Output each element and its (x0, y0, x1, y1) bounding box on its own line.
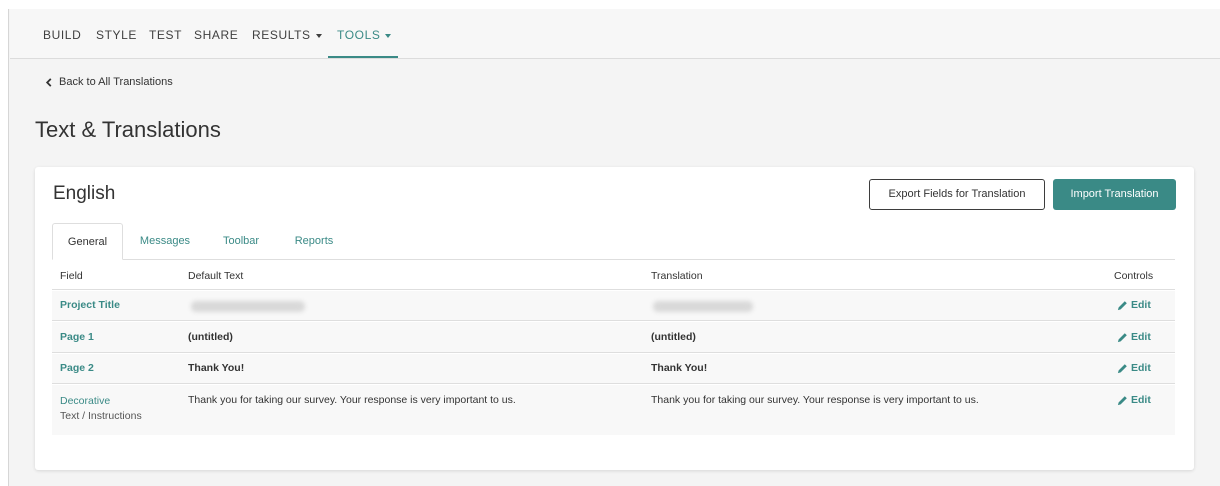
top-navigation: BUILD STYLE TEST SHARE RESULTS TOOLS (10, 9, 1220, 59)
active-nav-indicator (328, 56, 398, 58)
field-decorative[interactable]: Decorative Text / Instructions (60, 394, 142, 424)
nav-build[interactable]: BUILD (43, 9, 81, 59)
table-row: Page 1 (untitled) (untitled) Edit (52, 322, 1175, 353)
window-left-edge (0, 9, 9, 486)
table-row: Decorative Text / Instructions Thank you… (52, 385, 1175, 435)
caret-down-icon (385, 33, 392, 38)
back-to-translations-link[interactable]: Back to All Translations (45, 74, 173, 90)
tab-general[interactable]: General (52, 223, 123, 260)
page-title: Text & Translations (35, 117, 221, 142)
table-row: Project Title Edit (52, 291, 1175, 321)
table-row: Page 2 Thank You! Thank You! Edit (52, 354, 1175, 384)
pencil-icon (1117, 300, 1127, 310)
tab-reports[interactable]: Reports (287, 223, 341, 260)
blurred-translation (653, 301, 753, 312)
export-fields-button[interactable]: Export Fields for Translation (869, 179, 1045, 210)
translation-cell: (untitled) (651, 331, 696, 343)
default-text-cell: Thank You! (188, 362, 245, 374)
pencil-icon (1117, 363, 1127, 373)
field-page-1[interactable]: Page 1 (60, 331, 94, 343)
nav-results[interactable]: RESULTS (252, 9, 322, 59)
tab-toolbar[interactable]: Toolbar (214, 223, 268, 260)
field-project-title[interactable]: Project Title (60, 299, 120, 311)
back-link-label: Back to All Translations (59, 76, 173, 88)
pencil-icon (1117, 395, 1127, 405)
header-field: Field (60, 270, 83, 282)
edit-button[interactable]: Edit (1117, 299, 1151, 311)
edit-button[interactable]: Edit (1117, 331, 1151, 343)
window-top-edge (0, 0, 1220, 9)
header-controls: Controls (1114, 270, 1154, 282)
nav-share[interactable]: SHARE (194, 9, 238, 59)
translation-cell: Thank You! (651, 362, 708, 374)
field-decorative-sub: Text / Instructions (60, 410, 142, 422)
language-title: English (53, 183, 116, 204)
header-default-text: Default Text (188, 270, 244, 282)
translation-cell: Thank you for taking our survey. Your re… (651, 394, 979, 406)
table-header: Field Default Text Translation Controls (52, 260, 1175, 290)
tab-messages[interactable]: Messages (132, 223, 198, 260)
default-text-cell: (untitled) (188, 331, 233, 343)
chevron-left-icon (45, 77, 52, 87)
translation-card: English Export Fields for Translation Im… (35, 167, 1194, 470)
import-translation-button[interactable]: Import Translation (1053, 179, 1176, 210)
default-text-cell: Thank you for taking our survey. Your re… (188, 394, 516, 406)
field-decorative-label: Decorative (60, 395, 111, 407)
caret-down-icon (315, 33, 322, 38)
header-translation: Translation (651, 270, 703, 282)
nav-style[interactable]: STYLE (96, 9, 137, 59)
edit-button[interactable]: Edit (1117, 394, 1151, 406)
nav-tools[interactable]: TOOLS (337, 9, 392, 59)
pencil-icon (1117, 332, 1127, 342)
blurred-default-text (191, 301, 305, 312)
nav-test[interactable]: TEST (149, 9, 182, 59)
edit-button[interactable]: Edit (1117, 362, 1151, 374)
field-page-2[interactable]: Page 2 (60, 362, 94, 374)
